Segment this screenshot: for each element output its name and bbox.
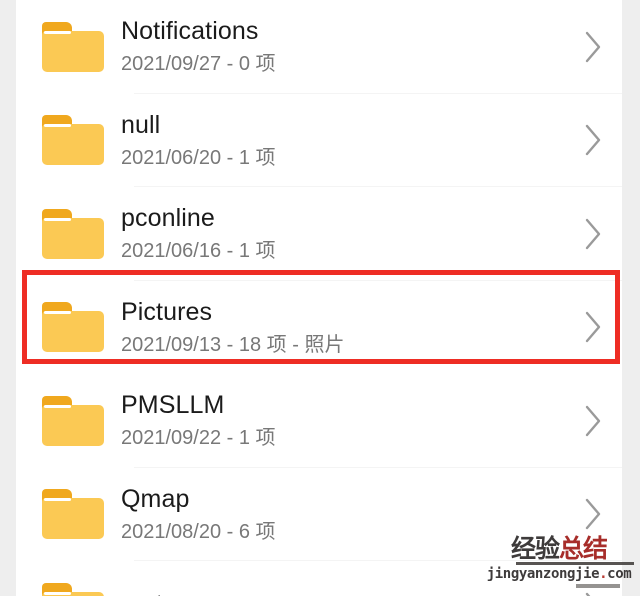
folder-meta: 2021/06/20 - 1 项 [121,146,276,169]
watermark-cn-dark: 经验 [510,534,560,563]
folder-icon [42,115,104,166]
chevron-right-icon[interactable] [564,123,622,157]
folder-name: pconline [121,204,215,233]
folder-name: Qmap [121,484,190,513]
folder-icon [42,582,104,596]
left-gutter [0,0,16,596]
watermark: 经验总结 jingyanzongjie.com [484,536,634,588]
list-item-pictures[interactable]: Pictures 2021/09/13 - 18 项 - 照片 [16,280,622,374]
chevron-right-icon[interactable] [564,591,622,596]
watermark-domain-tld: com [607,566,632,582]
list-item-texts: Notifications 2021/09/27 - 0 项 [121,17,564,76]
folder-meta: 2021/09/27 - 0 项 [121,53,276,76]
list-item-texts: Qmap 2021/08/20 - 6 项 [121,485,564,544]
watermark-cn-red: 总结 [559,534,608,563]
phone-screenshot: Notifications 2021/09/27 - 0 项 null 2021… [0,0,640,596]
folder-meta: 2021/09/13 - 18 项 - 照片 [121,333,345,356]
watermark-bar [576,584,620,588]
list-item-texts: null 2021/06/20 - 1 项 [121,111,564,170]
watermark-domain-dot: . [599,566,608,582]
list-item-texts: qmt [121,590,564,596]
folder-name: qmt [121,590,564,596]
folder-icon [42,489,104,540]
chevron-right-icon[interactable] [564,30,622,64]
chevron-right-icon[interactable] [564,404,622,438]
list-item-texts: Pictures 2021/09/13 - 18 项 - 照片 [121,298,564,357]
folder-list: Notifications 2021/09/27 - 0 项 null 2021… [16,0,622,596]
list-item-texts: PMSLLM 2021/09/22 - 1 项 [121,391,564,450]
chevron-right-icon[interactable] [564,497,622,531]
folder-icon [42,21,104,72]
list-item[interactable]: pconline 2021/06/16 - 1 项 [16,187,622,281]
watermark-cn-text: 经验总结 [484,536,634,561]
folder-icon [42,395,104,446]
folder-name: null [121,110,161,139]
list-item[interactable]: null 2021/06/20 - 1 项 [16,93,622,187]
list-item[interactable]: Notifications 2021/09/27 - 0 项 [16,0,622,94]
chevron-right-icon[interactable] [564,217,622,251]
list-item-texts: pconline 2021/06/16 - 1 项 [121,204,564,263]
list-item[interactable]: PMSLLM 2021/09/22 - 1 项 [16,374,622,468]
folder-meta: 2021/06/16 - 1 项 [121,240,276,263]
folder-name: Pictures [121,297,213,326]
folder-name: PMSLLM [121,391,225,420]
chevron-right-icon[interactable] [564,310,622,344]
watermark-domain-head: jingyanzongjie [486,566,600,582]
folder-icon [42,208,104,259]
folder-name: Notifications [121,17,259,46]
watermark-domain: jingyanzongjie.com [484,567,634,581]
folder-icon [42,302,104,353]
right-gutter [622,0,640,596]
folder-meta: 2021/09/22 - 1 项 [121,427,276,450]
